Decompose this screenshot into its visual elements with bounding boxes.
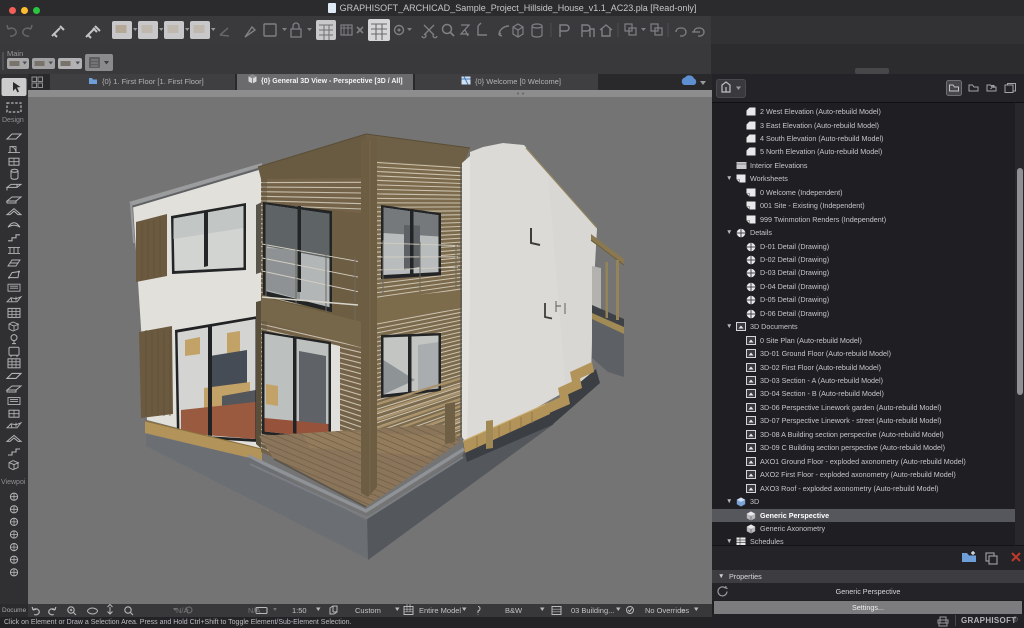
svg-text:Main: Main	[7, 49, 23, 58]
svg-text:Viewpoi: Viewpoi	[1, 479, 26, 486]
svg-text:Design: Design	[2, 117, 24, 124]
